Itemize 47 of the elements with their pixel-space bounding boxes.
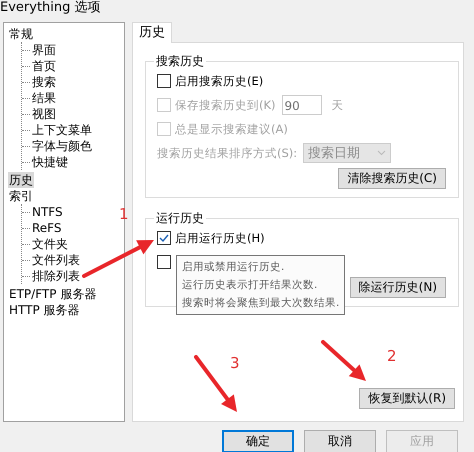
tree-item[interactable]: NTFS bbox=[31, 204, 64, 220]
tree-item[interactable]: 常规 bbox=[8, 26, 34, 42]
unit-label: 天 bbox=[332, 98, 344, 112]
checkbox-label: 启用运行历史(H) bbox=[175, 230, 265, 246]
checkmark-icon bbox=[158, 232, 170, 244]
tree-item[interactable]: ETP/FTP 服务器 bbox=[8, 286, 98, 302]
tree-item[interactable]: 排除列表 bbox=[31, 268, 81, 284]
checkbox-label: 保存搜索历史到(K) bbox=[175, 98, 276, 112]
tree-item[interactable]: 结果 bbox=[31, 90, 57, 106]
tree-item[interactable]: 首页 bbox=[31, 58, 57, 74]
group-title: 运行历史 bbox=[155, 210, 205, 227]
tooltip-line: 搜索时将会聚焦到最大次数结果. bbox=[182, 296, 340, 311]
arrow-annotation bbox=[194, 355, 237, 412]
tree-item[interactable]: 文件夹 bbox=[31, 236, 69, 252]
checkbox[interactable] bbox=[157, 255, 171, 269]
tab[interactable]: 历史 bbox=[132, 22, 172, 43]
arrow-annotation bbox=[82, 240, 154, 278]
sort-label: 搜索历史结果排序方式(S): bbox=[157, 146, 298, 160]
tree-item[interactable]: 文件列表 bbox=[31, 252, 81, 268]
clear-search-history-button[interactable]: 清除搜索历史(C) bbox=[338, 168, 446, 189]
tree-item[interactable]: 视图 bbox=[31, 106, 57, 122]
clear-run-history-button[interactable]: 除运行历史(N) bbox=[350, 277, 446, 298]
tree-item[interactable]: ReFS bbox=[31, 220, 62, 236]
annotation-number: 3 bbox=[230, 354, 240, 372]
tooltip-line: 运行历史表示打开结果次数. bbox=[182, 278, 318, 293]
tree-item[interactable]: 字体与颜色 bbox=[31, 138, 93, 154]
checkbox[interactable] bbox=[157, 231, 171, 245]
tree-item[interactable]: HTTP 服务器 bbox=[8, 302, 81, 318]
group-title: 搜索历史 bbox=[155, 53, 205, 70]
tree-item[interactable]: 界面 bbox=[31, 42, 57, 58]
tree-item[interactable]: 索引 bbox=[8, 188, 34, 204]
checkbox-label: 启用搜索历史(E) bbox=[175, 74, 264, 88]
annotation-number: 1 bbox=[119, 205, 129, 223]
restore-defaults-button[interactable]: 恢复到默认(R) bbox=[359, 388, 455, 409]
checkbox-label: 总是显示搜索建议(A) bbox=[175, 122, 288, 136]
dialog-button[interactable]: 确定 bbox=[222, 430, 294, 452]
tree-item[interactable]: 快捷键 bbox=[31, 154, 69, 170]
chevron-down-icon bbox=[377, 150, 386, 156]
dialog-button[interactable]: 取消 bbox=[304, 430, 376, 452]
arrow-annotation bbox=[321, 340, 366, 381]
checkbox[interactable] bbox=[157, 74, 171, 88]
tree-item[interactable]: 历史 bbox=[8, 172, 34, 188]
tree-item[interactable]: 搜索 bbox=[31, 74, 57, 90]
window-title: Everything 选项 bbox=[0, 2, 101, 17]
tree-item[interactable]: 上下文菜单 bbox=[31, 122, 93, 138]
tooltip-line: 启用或禁用运行历史. bbox=[182, 260, 286, 275]
annotation-number: 2 bbox=[387, 347, 397, 365]
